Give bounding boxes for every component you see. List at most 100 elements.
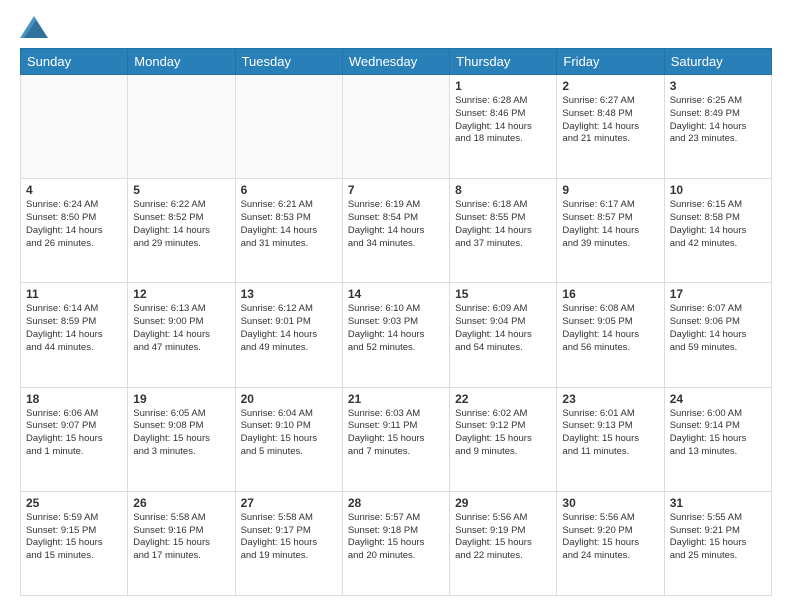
day-info: Sunrise: 6:21 AM Sunset: 8:53 PM Dayligh… bbox=[241, 199, 337, 250]
col-header-saturday: Saturday bbox=[664, 49, 771, 75]
day-number: 20 bbox=[241, 392, 337, 406]
day-number: 22 bbox=[455, 392, 551, 406]
day-info: Sunrise: 5:55 AM Sunset: 9:21 PM Dayligh… bbox=[670, 512, 766, 563]
calendar-cell bbox=[128, 75, 235, 179]
calendar-cell: 20 Sunrise: 6:04 AM Sunset: 9:10 PM Dayli… bbox=[235, 387, 342, 491]
page: SundayMondayTuesdayWednesdayThursdayFrid… bbox=[0, 0, 792, 612]
calendar-cell bbox=[235, 75, 342, 179]
logo bbox=[20, 16, 52, 38]
calendar-cell: 7 Sunrise: 6:19 AM Sunset: 8:54 PM Daylig… bbox=[342, 179, 449, 283]
calendar-cell: 21Sunrise: 6:03 AM Sunset: 9:11 PM Dayli… bbox=[342, 387, 449, 491]
calendar-cell: 10 Sunrise: 6:15 AM Sunset: 8:58 PM Dayli… bbox=[664, 179, 771, 283]
day-info: Sunrise: 6:05 AM Sunset: 9:08 PM Dayligh… bbox=[133, 408, 229, 459]
calendar-cell: 22 Sunrise: 6:02 AM Sunset: 9:12 PM Dayli… bbox=[450, 387, 557, 491]
day-info: Sunrise: 6:28 AM Sunset: 8:46 PM Dayligh… bbox=[455, 95, 551, 146]
day-number: 17 bbox=[670, 287, 766, 301]
calendar-cell: 13 Sunrise: 6:12 AM Sunset: 9:01 PM Dayli… bbox=[235, 283, 342, 387]
calendar-cell: 18Sunrise: 6:06 AM Sunset: 9:07 PM Dayli… bbox=[21, 387, 128, 491]
calendar-cell: 12 Sunrise: 6:13 AM Sunset: 9:00 PM Dayli… bbox=[128, 283, 235, 387]
day-number: 6 bbox=[241, 183, 337, 197]
day-info: Sunrise: 6:24 AM Sunset: 8:50 PM Dayligh… bbox=[26, 199, 122, 250]
calendar-cell: 31 Sunrise: 5:55 AM Sunset: 9:21 PM Dayli… bbox=[664, 491, 771, 595]
calendar-cell bbox=[342, 75, 449, 179]
calendar-cell: 17 Sunrise: 6:07 AM Sunset: 9:06 PM Dayli… bbox=[664, 283, 771, 387]
day-info: Sunrise: 6:25 AM Sunset: 8:49 PM Dayligh… bbox=[670, 95, 766, 146]
day-info: Sunrise: 6:13 AM Sunset: 9:00 PM Dayligh… bbox=[133, 303, 229, 354]
day-number: 25 bbox=[26, 496, 122, 510]
day-info: Sunrise: 5:59 AM Sunset: 9:15 PM Dayligh… bbox=[26, 512, 122, 563]
day-number: 19 bbox=[133, 392, 229, 406]
day-number: 28 bbox=[348, 496, 444, 510]
day-number: 29 bbox=[455, 496, 551, 510]
calendar-cell: 8Sunrise: 6:18 AM Sunset: 8:55 PM Daylig… bbox=[450, 179, 557, 283]
day-info: Sunrise: 5:58 AM Sunset: 9:17 PM Dayligh… bbox=[241, 512, 337, 563]
day-info: Sunrise: 6:22 AM Sunset: 8:52 PM Dayligh… bbox=[133, 199, 229, 250]
day-number: 21 bbox=[348, 392, 444, 406]
calendar-cell: 6 Sunrise: 6:21 AM Sunset: 8:53 PM Daylig… bbox=[235, 179, 342, 283]
day-number: 4 bbox=[26, 183, 122, 197]
day-info: Sunrise: 6:07 AM Sunset: 9:06 PM Dayligh… bbox=[670, 303, 766, 354]
col-header-friday: Friday bbox=[557, 49, 664, 75]
day-number: 1 bbox=[455, 79, 551, 93]
calendar-cell: 9Sunrise: 6:17 AM Sunset: 8:57 PM Daylig… bbox=[557, 179, 664, 283]
col-header-thursday: Thursday bbox=[450, 49, 557, 75]
calendar-cell: 15 Sunrise: 6:09 AM Sunset: 9:04 PM Dayli… bbox=[450, 283, 557, 387]
calendar-cell: 16 Sunrise: 6:08 AM Sunset: 9:05 PM Dayli… bbox=[557, 283, 664, 387]
day-number: 10 bbox=[670, 183, 766, 197]
calendar-cell: 1 Sunrise: 6:28 AM Sunset: 8:46 PM Daylig… bbox=[450, 75, 557, 179]
day-number: 30 bbox=[562, 496, 658, 510]
calendar-cell: 4 Sunrise: 6:24 AM Sunset: 8:50 PM Daylig… bbox=[21, 179, 128, 283]
day-number: 24 bbox=[670, 392, 766, 406]
day-info: Sunrise: 5:56 AM Sunset: 9:20 PM Dayligh… bbox=[562, 512, 658, 563]
calendar-cell: 2Sunrise: 6:27 AM Sunset: 8:48 PM Daylig… bbox=[557, 75, 664, 179]
day-info: Sunrise: 6:02 AM Sunset: 9:12 PM Dayligh… bbox=[455, 408, 551, 459]
day-number: 14 bbox=[348, 287, 444, 301]
calendar-cell: 28 Sunrise: 5:57 AM Sunset: 9:18 PM Dayli… bbox=[342, 491, 449, 595]
day-info: Sunrise: 6:00 AM Sunset: 9:14 PM Dayligh… bbox=[670, 408, 766, 459]
day-number: 16 bbox=[562, 287, 658, 301]
day-info: Sunrise: 6:12 AM Sunset: 9:01 PM Dayligh… bbox=[241, 303, 337, 354]
day-info: Sunrise: 5:56 AM Sunset: 9:19 PM Dayligh… bbox=[455, 512, 551, 563]
logo-icon bbox=[20, 16, 48, 38]
day-number: 11 bbox=[26, 287, 122, 301]
calendar-cell: 19 Sunrise: 6:05 AM Sunset: 9:08 PM Dayli… bbox=[128, 387, 235, 491]
day-info: Sunrise: 6:09 AM Sunset: 9:04 PM Dayligh… bbox=[455, 303, 551, 354]
day-number: 13 bbox=[241, 287, 337, 301]
day-number: 2 bbox=[562, 79, 658, 93]
day-info: Sunrise: 5:57 AM Sunset: 9:18 PM Dayligh… bbox=[348, 512, 444, 563]
day-info: Sunrise: 5:58 AM Sunset: 9:16 PM Dayligh… bbox=[133, 512, 229, 563]
day-info: Sunrise: 6:17 AM Sunset: 8:57 PM Dayligh… bbox=[562, 199, 658, 250]
day-number: 12 bbox=[133, 287, 229, 301]
day-info: Sunrise: 6:04 AM Sunset: 9:10 PM Dayligh… bbox=[241, 408, 337, 459]
day-number: 7 bbox=[348, 183, 444, 197]
calendar-week-2: 4 Sunrise: 6:24 AM Sunset: 8:50 PM Daylig… bbox=[21, 179, 772, 283]
day-number: 26 bbox=[133, 496, 229, 510]
calendar-table: SundayMondayTuesdayWednesdayThursdayFrid… bbox=[20, 48, 772, 596]
calendar-cell: 25 Sunrise: 5:59 AM Sunset: 9:15 PM Dayli… bbox=[21, 491, 128, 595]
calendar-cell: 11Sunrise: 6:14 AM Sunset: 8:59 PM Dayli… bbox=[21, 283, 128, 387]
day-number: 8 bbox=[455, 183, 551, 197]
col-header-monday: Monday bbox=[128, 49, 235, 75]
day-number: 31 bbox=[670, 496, 766, 510]
day-info: Sunrise: 6:08 AM Sunset: 9:05 PM Dayligh… bbox=[562, 303, 658, 354]
day-info: Sunrise: 6:06 AM Sunset: 9:07 PM Dayligh… bbox=[26, 408, 122, 459]
day-number: 3 bbox=[670, 79, 766, 93]
calendar-week-5: 25 Sunrise: 5:59 AM Sunset: 9:15 PM Dayli… bbox=[21, 491, 772, 595]
calendar-cell: 27 Sunrise: 5:58 AM Sunset: 9:17 PM Dayli… bbox=[235, 491, 342, 595]
calendar-cell: 23Sunrise: 6:01 AM Sunset: 9:13 PM Dayli… bbox=[557, 387, 664, 491]
day-info: Sunrise: 6:19 AM Sunset: 8:54 PM Dayligh… bbox=[348, 199, 444, 250]
day-info: Sunrise: 6:15 AM Sunset: 8:58 PM Dayligh… bbox=[670, 199, 766, 250]
day-info: Sunrise: 6:10 AM Sunset: 9:03 PM Dayligh… bbox=[348, 303, 444, 354]
calendar-week-1: 1 Sunrise: 6:28 AM Sunset: 8:46 PM Daylig… bbox=[21, 75, 772, 179]
calendar-cell: 24 Sunrise: 6:00 AM Sunset: 9:14 PM Dayli… bbox=[664, 387, 771, 491]
day-number: 27 bbox=[241, 496, 337, 510]
col-header-sunday: Sunday bbox=[21, 49, 128, 75]
day-number: 15 bbox=[455, 287, 551, 301]
calendar-cell: 5Sunrise: 6:22 AM Sunset: 8:52 PM Daylig… bbox=[128, 179, 235, 283]
calendar-cell: 29 Sunrise: 5:56 AM Sunset: 9:19 PM Dayli… bbox=[450, 491, 557, 595]
calendar-cell bbox=[21, 75, 128, 179]
col-header-tuesday: Tuesday bbox=[235, 49, 342, 75]
col-header-wednesday: Wednesday bbox=[342, 49, 449, 75]
header bbox=[20, 16, 772, 38]
calendar-header-row: SundayMondayTuesdayWednesdayThursdayFrid… bbox=[21, 49, 772, 75]
